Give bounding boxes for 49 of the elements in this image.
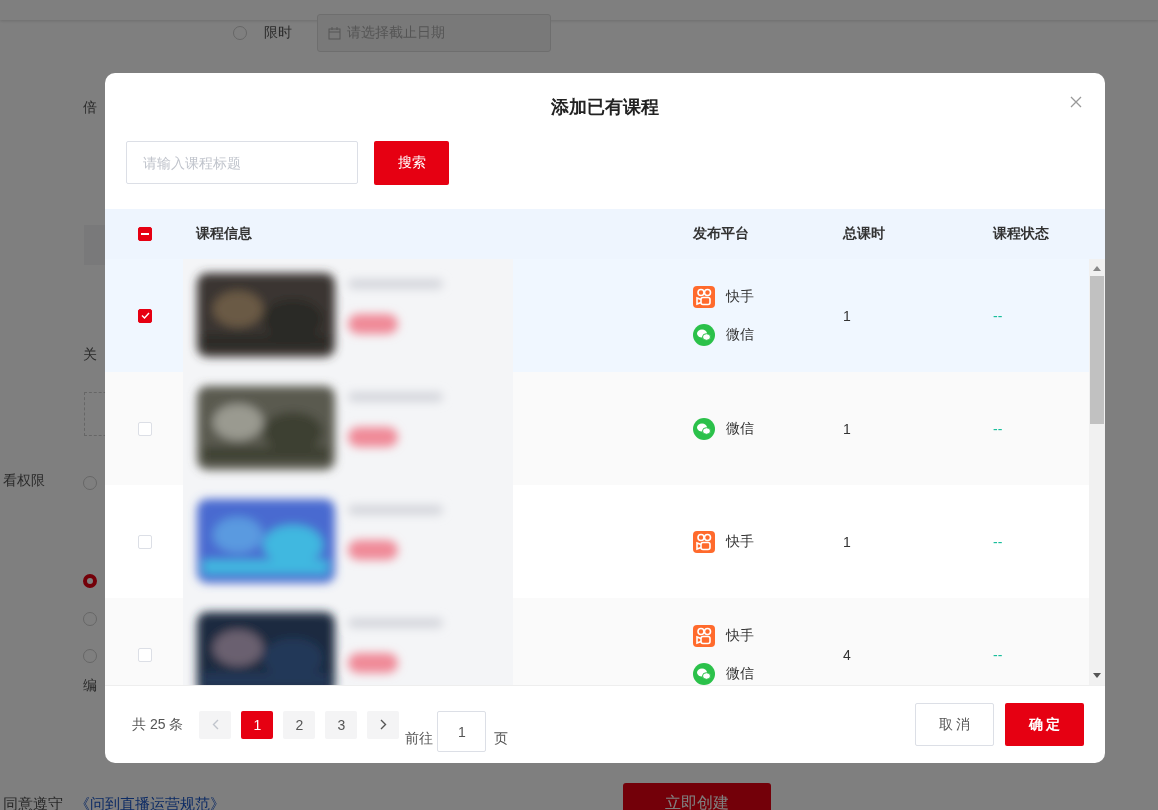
radio-label: 限时 — [264, 24, 292, 42]
confirm-button[interactable]: 确 定 — [1005, 703, 1084, 746]
page-button[interactable]: 2 — [283, 710, 316, 739]
platform-name: 快手 — [726, 532, 754, 551]
table-cell-text: -- — [992, 646, 1004, 663]
video-camera-icon — [693, 285, 715, 308]
form-label: 关 — [83, 346, 97, 364]
next-page-button[interactable] — [367, 710, 400, 739]
video-camera-icon — [693, 530, 715, 553]
video-camera-icon — [693, 624, 715, 647]
platform-name: 微信 — [726, 419, 754, 438]
chevron-left-icon — [211, 719, 219, 730]
platform-name: 快手 — [726, 626, 754, 645]
total-count: 共 25 条 — [132, 715, 184, 734]
table-cell-text: -- — [992, 420, 1004, 437]
table-cell-text: 1 — [842, 533, 852, 550]
column-header: 发布平台 — [692, 225, 750, 243]
column-header: 总课时 — [841, 225, 886, 243]
chat-bubbles-icon — [693, 417, 715, 440]
platform-name: 微信 — [726, 664, 754, 683]
table-cell-text: 1 — [842, 420, 852, 437]
form-label: 编 — [83, 677, 97, 695]
table-cell-text: -- — [992, 533, 1004, 550]
goto-label: 前往 — [405, 729, 434, 748]
search-field[interactable]: 请输入课程标题 — [126, 141, 358, 184]
page-unit: 页 — [494, 729, 509, 748]
column-header: 课程信息 — [194, 225, 253, 243]
form-label: 看权限 — [3, 472, 45, 490]
table-cell-text: -- — [992, 307, 1004, 324]
platform-name: 快手 — [726, 287, 754, 306]
page-input[interactable]: 1 — [437, 711, 487, 752]
select-all-checkbox[interactable] — [138, 227, 152, 241]
platform-name: 微信 — [726, 325, 754, 344]
radio-button[interactable] — [83, 574, 97, 588]
page-button[interactable]: 3 — [325, 710, 358, 739]
table-cell-text: 1 — [842, 307, 852, 324]
chat-bubbles-icon — [693, 662, 715, 685]
search-button[interactable]: 搜索 — [374, 141, 449, 185]
cancel-button[interactable]: 取 消 — [915, 703, 994, 746]
close-icon[interactable] — [1069, 95, 1083, 109]
page-button[interactable]: 1 — [241, 710, 274, 739]
dialog-title: 添加已有课程 — [551, 96, 659, 119]
table-cell-text: 4 — [842, 646, 852, 663]
column-header: 课程状态 — [991, 225, 1050, 243]
chat-bubbles-icon — [693, 323, 715, 346]
row-checkbox[interactable] — [138, 308, 152, 323]
form-label: 倍 — [83, 99, 97, 117]
calendar-icon — [328, 26, 341, 40]
chevron-right-icon — [379, 719, 387, 730]
